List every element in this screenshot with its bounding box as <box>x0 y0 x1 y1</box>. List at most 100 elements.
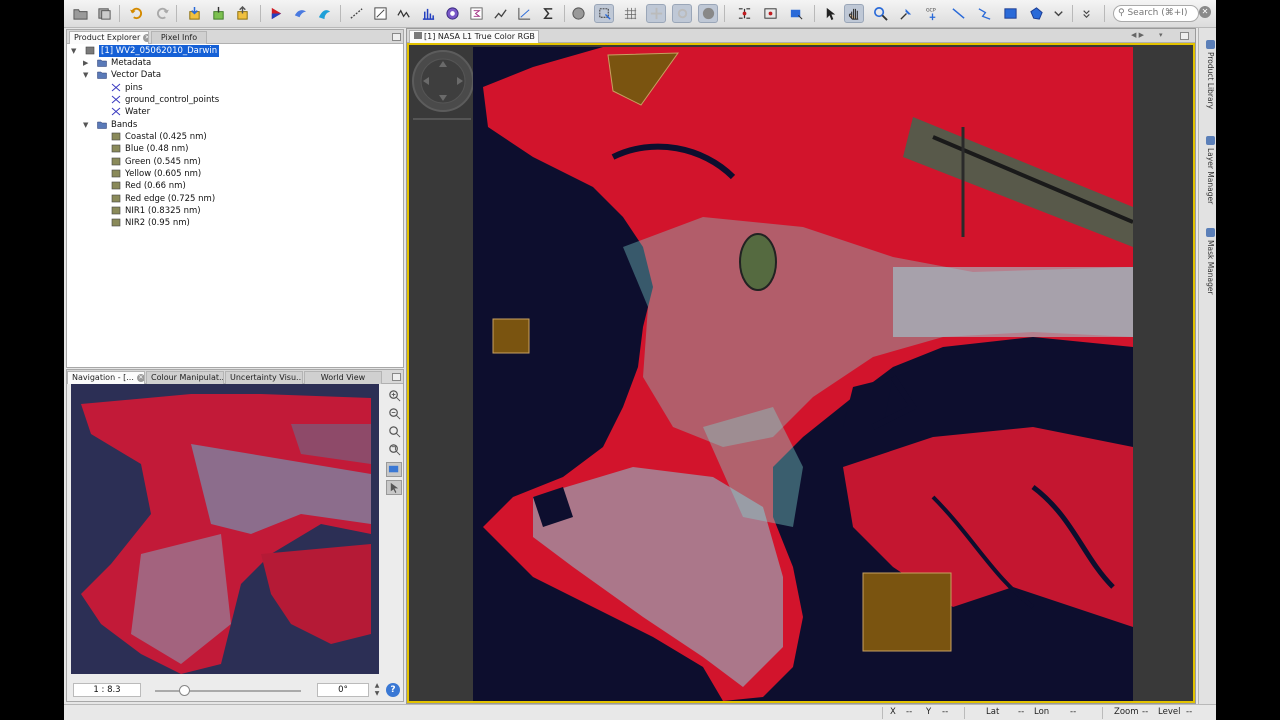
scroll-tabs-icon[interactable]: ◀ ▶ <box>1131 31 1144 39</box>
tree-item-band[interactable]: Coastal (0.425 nm) <box>111 131 271 143</box>
zoom-icon[interactable] <box>870 4 890 23</box>
zoom-all-icon[interactable] <box>386 442 402 457</box>
zoom-in-icon[interactable] <box>386 388 402 403</box>
vector-icon <box>111 95 121 104</box>
tree-item-band[interactable]: NIR2 (0.95 nm) <box>111 217 271 229</box>
chevron-down-icon[interactable]: ▾ <box>1159 31 1163 39</box>
layer-icon[interactable] <box>786 4 806 23</box>
spectrum-icon[interactable] <box>394 4 414 23</box>
zoom-actual-icon[interactable] <box>386 424 402 439</box>
band-icon <box>111 169 121 178</box>
pin-icon[interactable] <box>896 4 916 23</box>
close-icon[interactable]: ✕ <box>143 34 148 42</box>
angle-spinner[interactable]: ▲ ▼ <box>373 682 381 698</box>
tab-pixel-info[interactable]: Pixel Info <box>151 31 207 44</box>
session-icon[interactable] <box>94 4 114 23</box>
undo-icon[interactable] <box>126 4 146 23</box>
tree-item-vector[interactable]: pins <box>111 82 271 94</box>
pixel-icon[interactable] <box>490 4 510 23</box>
maximize-icon[interactable] <box>1180 32 1189 40</box>
chevron-down-icon[interactable]: ▼ <box>83 119 91 131</box>
tree-item-vector-data[interactable]: ▼ Vector Data <box>83 69 243 81</box>
tab-layer-manager[interactable]: Layer Manager <box>1201 136 1215 204</box>
tree-item-vector[interactable]: ground_control_points <box>111 94 271 106</box>
redo-icon[interactable] <box>152 4 172 23</box>
scatter-icon[interactable] <box>514 4 534 23</box>
help-icon[interactable]: ? <box>386 683 400 697</box>
chevron-right-icon[interactable]: ▶ <box>83 57 91 69</box>
sync-cursor-icon[interactable] <box>386 480 402 495</box>
pointer-icon[interactable] <box>820 4 840 23</box>
polygon-icon[interactable] <box>1026 4 1046 23</box>
sum-icon[interactable] <box>538 4 558 23</box>
tab-uncertainty-visualisation[interactable]: Uncertainty Visu... <box>225 371 303 384</box>
tab-product-library[interactable]: Product Library <box>1201 40 1215 109</box>
gcp-icon[interactable]: GCP <box>922 4 942 23</box>
tab-image-view[interactable]: [1] NASA L1 True Color RGB✕ <box>409 30 539 43</box>
tree-item-band[interactable]: Green (0.545 nm) <box>111 156 271 168</box>
import-icon[interactable] <box>184 4 204 23</box>
tab-navigation[interactable]: Navigation - [... ✕ <box>67 371 145 384</box>
zoom-out-icon[interactable] <box>386 406 402 421</box>
line-icon[interactable] <box>948 4 968 23</box>
tree-item-band[interactable]: Blue (0.48 nm) <box>111 143 271 155</box>
band-icon <box>111 144 121 153</box>
tree-item-band[interactable]: Yellow (0.605 nm) <box>111 168 271 180</box>
chevron-down-icon[interactable] <box>1048 4 1068 23</box>
map-icon[interactable] <box>314 4 334 23</box>
colour-icon[interactable] <box>290 4 310 23</box>
world-icon[interactable] <box>568 4 588 23</box>
tab-world-view[interactable]: World View <box>304 371 382 384</box>
sync-cursor-icon[interactable] <box>672 4 692 23</box>
gcp-tools-icon[interactable] <box>734 4 754 23</box>
pan-icon[interactable] <box>844 4 864 23</box>
overview-map <box>71 384 379 674</box>
graph-icon[interactable] <box>370 4 390 23</box>
minimize-icon[interactable] <box>392 33 401 41</box>
open-product-icon[interactable] <box>70 4 90 23</box>
sync-views-icon[interactable] <box>386 462 402 477</box>
rotation-angle-field[interactable]: 0° <box>317 683 369 697</box>
range-finder-icon[interactable] <box>346 4 366 23</box>
more-icon[interactable] <box>1076 4 1096 23</box>
tab-colour-manipulation[interactable]: Colour Manipulat... <box>146 371 224 384</box>
sync-view-icon[interactable] <box>646 4 666 23</box>
tab-mask-manager[interactable]: Mask Manager <box>1201 228 1215 295</box>
navigation-compass-icon[interactable] <box>409 47 475 127</box>
grid-icon[interactable] <box>620 4 640 23</box>
tree-item-bands[interactable]: ▼ Bands <box>83 119 243 131</box>
zoom-slider-handle[interactable] <box>178 685 190 696</box>
search-input[interactable]: ⚲ Search (⌘+I) <box>1113 5 1199 22</box>
tree-item-metadata[interactable]: ▶ Metadata <box>83 57 243 69</box>
tree-item-vector[interactable]: Water <box>111 106 271 118</box>
statistics-icon[interactable] <box>442 4 462 23</box>
tree-item-product[interactable]: ▼ [1] WV2_05062010_Darwin <box>71 45 231 57</box>
tree-item-band[interactable]: Red (0.66 nm) <box>111 180 271 192</box>
selection-icon[interactable] <box>594 4 614 23</box>
chevron-down-icon[interactable]: ▼ <box>83 69 91 81</box>
scale-field[interactable]: 1 : 8.3 <box>73 683 141 697</box>
chevron-down-icon[interactable]: ▼ <box>71 45 79 57</box>
vector-icon <box>111 107 121 116</box>
world-view-icon[interactable] <box>698 4 718 23</box>
close-icon[interactable]: ✕ <box>1199 6 1211 18</box>
band-maths-icon[interactable] <box>208 4 228 23</box>
library-icon <box>1205 40 1215 49</box>
rectangle-icon[interactable] <box>1000 4 1020 23</box>
mask-icon[interactable] <box>760 4 780 23</box>
histogram-icon[interactable] <box>418 4 438 23</box>
sigma-icon[interactable] <box>466 4 486 23</box>
zoom-slider[interactable] <box>155 690 301 692</box>
close-icon[interactable]: ✕ <box>537 33 538 41</box>
rgb-image-icon[interactable] <box>266 4 286 23</box>
tree-item-band[interactable]: NIR1 (0.8325 nm) <box>111 205 271 217</box>
export-icon[interactable] <box>232 4 252 23</box>
image-canvas[interactable] <box>407 43 1195 703</box>
close-icon[interactable]: ✕ <box>136 374 144 382</box>
polyline-icon[interactable] <box>974 4 994 23</box>
minimize-icon[interactable] <box>392 373 401 381</box>
tab-product-explorer[interactable]: Product Explorer✕ <box>69 31 149 44</box>
band-icon <box>111 218 121 227</box>
navigation-overview-image[interactable] <box>71 384 379 674</box>
tree-item-band[interactable]: Red edge (0.725 nm) <box>111 193 271 205</box>
